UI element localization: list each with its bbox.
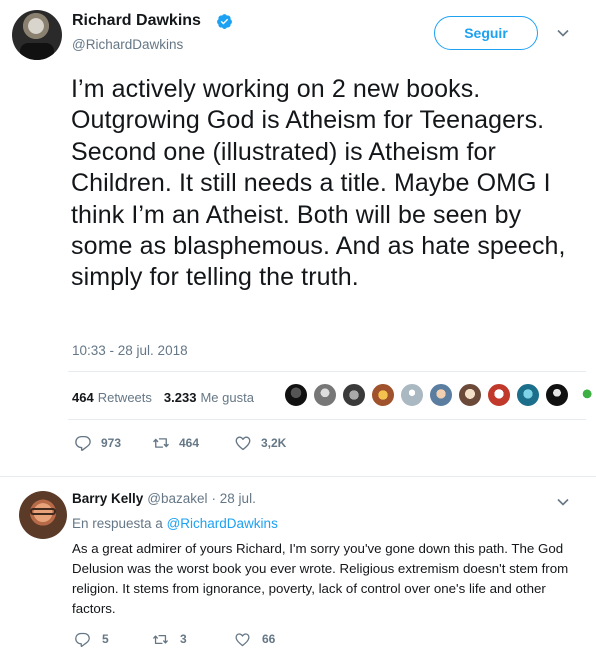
author-handle[interactable]: @RichardDawkins <box>72 37 183 52</box>
main-tweet: Richard Dawkins @RichardDawkins Seguir I… <box>0 0 596 476</box>
liker-avatar[interactable] <box>400 383 424 407</box>
retweet-icon <box>153 438 169 448</box>
chevron-down-icon[interactable] <box>556 26 570 40</box>
retweet-icon <box>153 634 168 644</box>
reply-author-avatar[interactable] <box>19 491 67 539</box>
reply-author-name[interactable]: Barry Kelly <box>72 491 143 506</box>
retweets-count[interactable]: 464 <box>72 390 94 405</box>
reply-header: Barry Kelly @bazakel · 28 jul. <box>72 491 256 506</box>
retweets-label[interactable]: Retweets <box>98 390 152 405</box>
liker-avatar[interactable] <box>313 383 337 407</box>
liker-avatar[interactable] <box>342 383 366 407</box>
divider <box>68 371 586 372</box>
author-name[interactable]: Richard Dawkins <box>72 12 201 30</box>
reply-retweet-count: 3 <box>180 632 187 646</box>
likes-count[interactable]: 3.233 <box>164 390 197 405</box>
reply-tweet[interactable]: Barry Kelly @bazakel · 28 jul. En respue… <box>0 477 596 654</box>
retweet-action[interactable]: 464 <box>152 433 199 453</box>
liker-avatar[interactable] <box>371 383 395 407</box>
reply-reply-action[interactable]: 5 <box>74 629 109 649</box>
like-icon <box>235 632 250 646</box>
retweet-count: 464 <box>179 436 200 450</box>
reply-date[interactable]: · 28 jul. <box>212 491 256 506</box>
reply-like-count: 66 <box>262 632 276 646</box>
reply-like-action[interactable]: 66 <box>234 629 275 649</box>
in-reply-mention[interactable]: @RichardDawkins <box>167 516 278 531</box>
liker-avatar[interactable] <box>284 383 308 407</box>
reply-icon <box>75 632 90 647</box>
tweet-timestamp[interactable]: 10:33 - 28 jul. 2018 <box>72 343 188 358</box>
like-action[interactable]: 3,2K <box>234 433 286 453</box>
reply-count: 973 <box>101 436 122 450</box>
like-count: 3,2K <box>261 436 287 450</box>
tweet-stats: 464 Retweets 3.233 Me gusta <box>72 385 266 409</box>
reply-action[interactable]: 973 <box>74 433 121 453</box>
follow-button[interactable]: Seguir <box>434 16 538 50</box>
liker-avatar[interactable] <box>574 383 596 407</box>
like-icon <box>235 436 251 451</box>
liker-avatar[interactable] <box>516 383 540 407</box>
reply-reply-count: 5 <box>102 632 109 646</box>
reply-author-handle[interactable]: @bazakel <box>147 491 207 506</box>
author-avatar[interactable] <box>12 10 62 60</box>
tweet-text: I’m actively working on 2 new books. Out… <box>71 75 566 292</box>
likes-label[interactable]: Me gusta <box>200 390 253 405</box>
likers-avatars <box>284 383 596 407</box>
liker-avatar[interactable] <box>429 383 453 407</box>
reply-retweet-action[interactable]: 3 <box>152 629 187 649</box>
reply-icon <box>75 435 91 451</box>
chevron-down-icon[interactable] <box>556 495 570 509</box>
reply-text: As a great admirer of yours Richard, I'm… <box>72 541 569 616</box>
divider <box>68 419 586 420</box>
in-reply-prefix: En respuesta a <box>72 516 163 531</box>
liker-avatar[interactable] <box>458 383 482 407</box>
liker-avatar[interactable] <box>545 383 569 407</box>
in-reply-to: En respuesta a @RichardDawkins <box>72 516 278 531</box>
liker-avatar[interactable] <box>487 383 511 407</box>
verified-badge-icon <box>217 14 232 29</box>
